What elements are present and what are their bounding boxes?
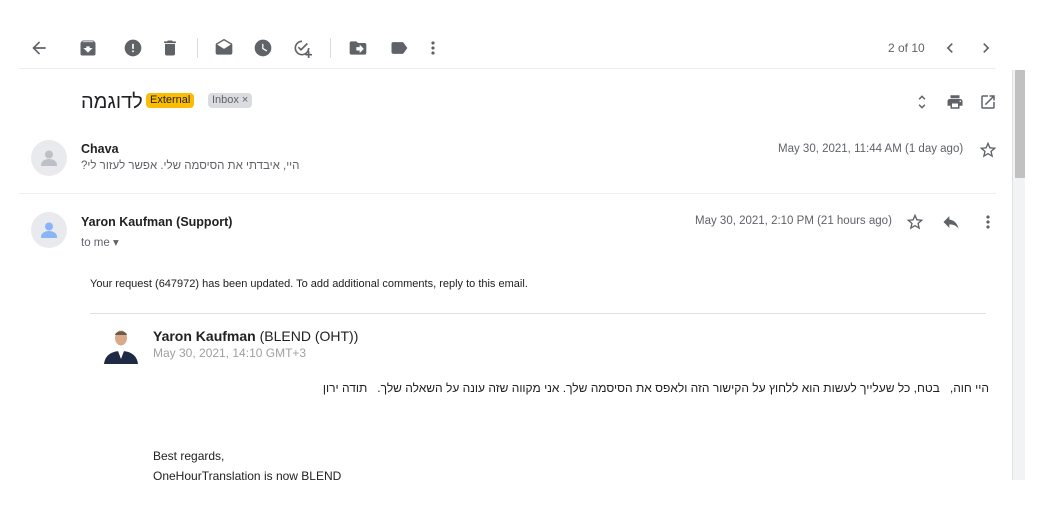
quoted-author-name: Yaron Kaufman <box>153 328 256 344</box>
pager-count: 2 of 10 <box>888 41 925 55</box>
message-date: May 30, 2021, 2:10 PM (21 hours ago) <box>695 215 892 227</box>
sender-name[interactable]: Yaron Kaufman (Support) <box>81 215 232 229</box>
print-icon[interactable] <box>943 90 967 114</box>
quoted-author-photo <box>101 328 141 364</box>
quoted-message-text: היי חוה, בטח, כל שעלייך לעשות הוא ללחוץ … <box>322 381 989 395</box>
more-vert-icon[interactable] <box>976 210 1000 234</box>
delete-icon[interactable] <box>150 28 190 68</box>
snooze-icon[interactable] <box>243 28 283 68</box>
add-to-tasks-icon[interactable] <box>282 28 322 68</box>
message-body-intro: Your request (647972) has been updated. … <box>90 278 528 290</box>
avatar <box>31 212 67 248</box>
archive-icon[interactable] <box>68 28 108 68</box>
signature-company: OneHourTranslation is now BLEND <box>153 469 342 483</box>
avatar <box>31 140 67 176</box>
quoted-author-org: (BLEND (OHT)) <box>259 328 359 344</box>
quoted-author: Yaron Kaufman (BLEND (OHT)) <box>153 328 358 344</box>
thread-subject: לדוגמה <box>81 91 143 113</box>
chevron-left-icon[interactable] <box>930 28 970 68</box>
inbox-label-text: Inbox <box>212 94 239 106</box>
more-vert-icon[interactable] <box>413 28 453 68</box>
message-snippet[interactable]: היי, איבדתי את הסיסמה שלי. אפשר לעזור לי… <box>81 160 299 172</box>
sender-name[interactable]: Chava <box>81 142 119 156</box>
expand-all-icon[interactable] <box>910 90 934 114</box>
quoted-date: May 30, 2021, 14:10 GMT+3 <box>153 346 307 360</box>
open-in-new-window-icon[interactable] <box>976 90 1000 114</box>
inbox-label: Inbox × <box>208 93 253 108</box>
reply-icon[interactable] <box>939 210 963 234</box>
toolbar-divider <box>330 38 331 58</box>
scrollbar-thumb[interactable] <box>1015 70 1025 178</box>
signature-regards: Best regards, <box>153 449 225 463</box>
quote-divider <box>90 313 986 314</box>
toolbar-divider <box>197 38 198 58</box>
chevron-right-icon[interactable] <box>966 28 1006 68</box>
move-to-icon[interactable] <box>338 28 378 68</box>
mark-unread-icon[interactable] <box>204 28 244 68</box>
toolbar-divider-line <box>18 68 996 69</box>
remove-label-icon[interactable]: × <box>242 94 248 106</box>
star-icon[interactable] <box>903 210 927 234</box>
message-divider <box>18 193 996 194</box>
toolbar: 2 of 10 <box>0 28 1000 68</box>
external-label: External <box>146 93 195 108</box>
recipients-toggle[interactable]: to me ▾ <box>81 235 119 249</box>
message-date: May 30, 2021, 11:44 AM (1 day ago) <box>778 143 964 155</box>
star-icon[interactable] <box>976 138 1000 162</box>
back-icon[interactable] <box>19 28 59 68</box>
report-spam-icon[interactable] <box>113 28 153 68</box>
